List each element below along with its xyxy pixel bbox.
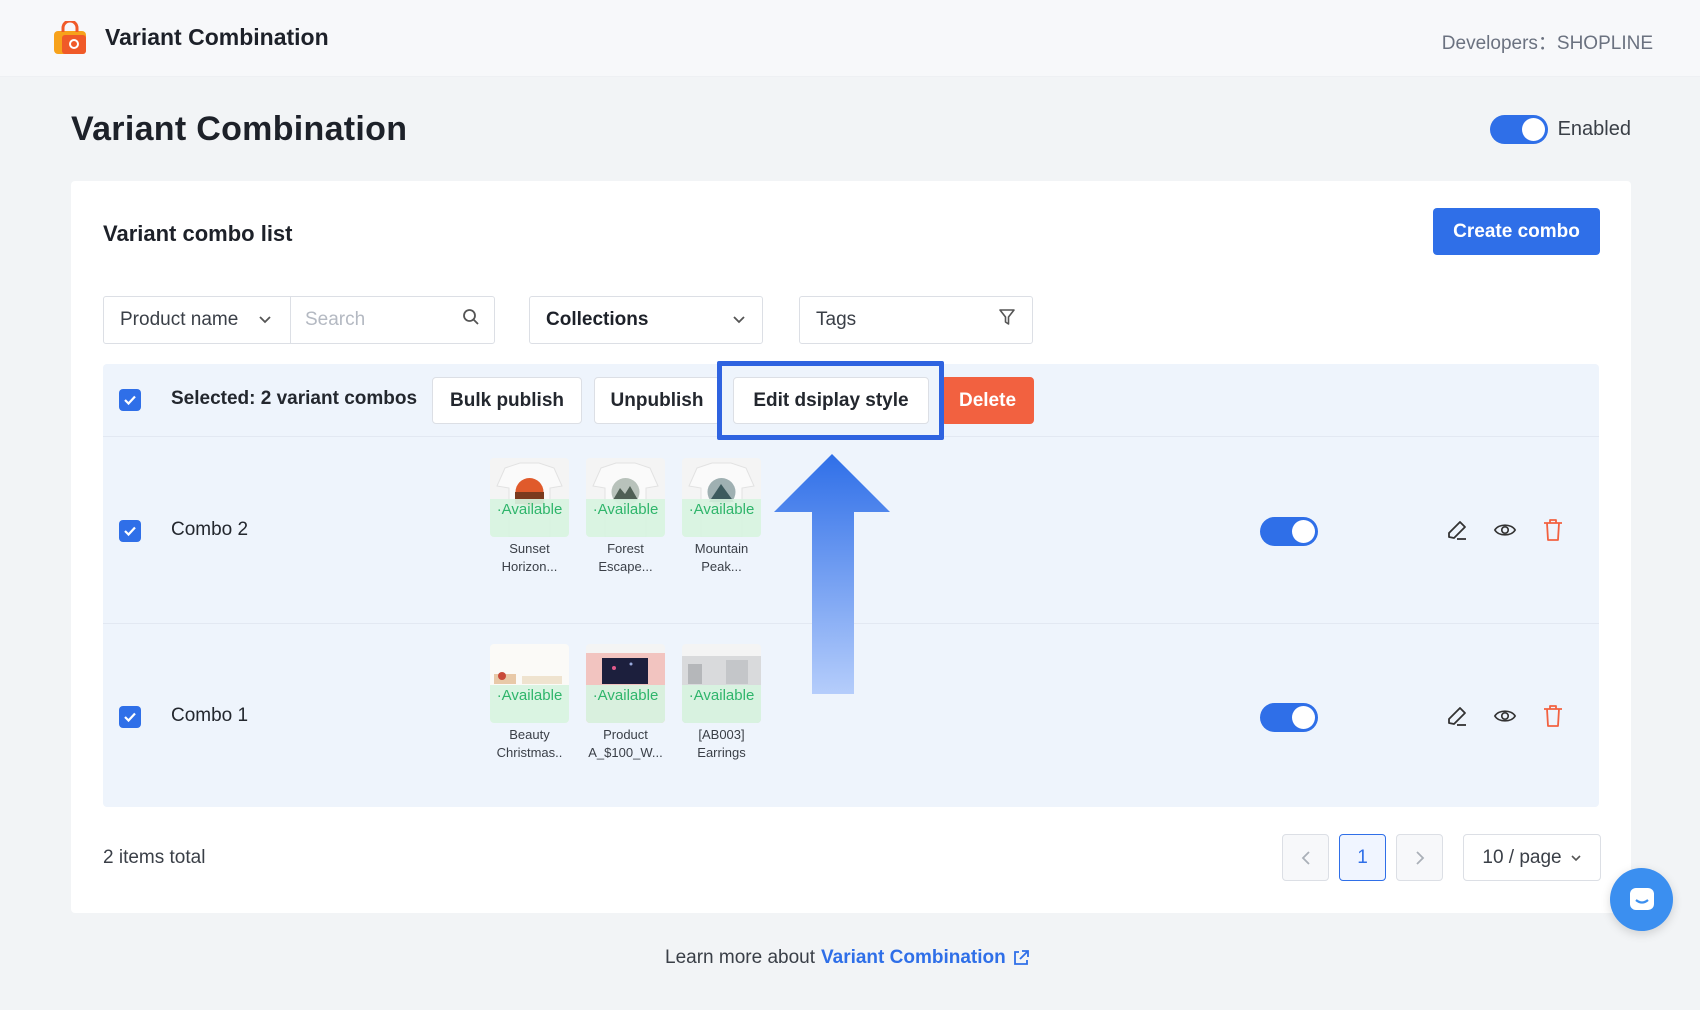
product-item[interactable]: ·Available Beauty Christmas.. [490,644,569,762]
enable-toggle-group: Enabled [1489,115,1631,144]
filter-icon [998,308,1016,332]
availability-badge: ·Available [586,499,665,537]
row-checkbox[interactable] [119,520,141,542]
row-actions [1445,704,1565,728]
product-name: Beauty Christmas.. [496,727,563,760]
combo-enable-switch[interactable] [1260,517,1318,546]
check-icon [124,712,136,723]
product-item[interactable]: ·Available [AB003] Earrings [682,644,761,762]
product-name: Mountain Peak... [694,541,749,574]
product-list: ·Available Beauty Christmas.. ·Available… [490,644,761,762]
edit-icon[interactable] [1445,518,1469,542]
top-bar: Variant Combination Developers：SHOPLINE [0,0,1700,77]
product-name: Product A_$100_W... [588,727,663,760]
product-thumbnail: ·Available [490,458,569,537]
eye-icon[interactable] [1493,704,1517,728]
combo-name: Combo 1 [171,705,249,726]
product-thumbnail: ·Available [490,644,569,723]
collections-select[interactable]: Collections [529,296,763,344]
page-size-select[interactable]: 10 / page [1463,834,1601,881]
product-thumbnail: ·Available [586,458,665,537]
page-title: Variant Combination [71,110,408,148]
chevron-right-icon [1415,850,1424,865]
search-input[interactable] [305,309,455,331]
product-name-select[interactable]: Product name [104,297,291,343]
product-search-filter: Product name [103,296,495,344]
availability-badge: ·Available [586,685,665,723]
highlight-box [717,361,944,440]
check-icon [124,395,136,406]
app-title: Variant Combination [105,24,329,50]
chat-support-button[interactable] [1610,868,1673,931]
product-item[interactable]: ·Available Mountain Peak... [682,458,761,576]
product-name: Sunset Horizon... [501,541,558,574]
row-actions [1445,518,1565,542]
eye-icon[interactable] [1493,518,1517,542]
tags-filter[interactable]: Tags [799,296,1033,344]
product-thumbnail: ·Available [682,458,761,537]
prev-page-button[interactable] [1282,834,1329,881]
tags-label: Tags [816,309,857,330]
product-thumbnail: ·Available [682,644,761,723]
unpublish-button[interactable]: Unpublish [594,377,720,424]
trash-icon[interactable] [1541,518,1565,542]
collections-label: Collections [546,309,649,330]
external-link-icon[interactable] [1012,949,1030,967]
check-icon [124,526,136,537]
learn-more-link[interactable]: Variant Combination [821,947,1006,969]
chevron-down-icon [1571,854,1581,861]
enabled-label: Enabled [1557,118,1631,140]
combo-enable-switch[interactable] [1260,703,1318,732]
create-combo-button[interactable]: Create combo [1433,208,1600,255]
product-name: [AB003] Earrings [697,727,746,760]
availability-badge: ·Available [490,685,569,723]
items-total: 2 items total [103,847,206,868]
learn-more-text: Learn more about [665,947,815,968]
product-thumbnail: ·Available [586,644,665,723]
bulk-publish-button[interactable]: Bulk publish [432,377,582,424]
learn-more: Learn more about Variant Combination [665,947,1030,969]
next-page-button[interactable] [1396,834,1443,881]
arrow-up-icon [774,454,890,694]
combo-name: Combo 2 [171,519,249,540]
page-size-label: 10 / page [1482,846,1562,868]
delete-button[interactable]: Delete [941,377,1034,424]
card-title: Variant combo list [103,221,293,246]
availability-badge: ·Available [682,499,761,537]
product-name: Forest Escape... [598,541,653,574]
row-checkbox[interactable] [119,706,141,728]
selected-count-label: Selected: 2 variant combos [171,388,418,409]
shopping-bag-icon [52,19,88,55]
product-name-label: Product name [120,309,239,330]
edit-icon[interactable] [1445,704,1469,728]
chevron-down-icon [258,309,272,331]
trash-icon[interactable] [1541,704,1565,728]
chevron-down-icon [732,309,746,331]
enable-app-switch[interactable] [1489,115,1548,144]
developer-label: Developers：SHOPLINE [1441,33,1653,54]
select-all-checkbox[interactable] [119,389,141,411]
product-item[interactable]: ·Available Product A_$100_W... [586,644,665,762]
availability-badge: ·Available [682,685,761,723]
page-button-current[interactable]: 1 [1339,834,1386,881]
product-item[interactable]: ·Available Forest Escape... [586,458,665,576]
chevron-left-icon [1301,850,1310,865]
chat-icon [1629,887,1654,910]
search-icon[interactable] [462,308,480,332]
product-list: ·Available Sunset Horizon... ·Available … [490,458,761,576]
product-item[interactable]: ·Available Sunset Horizon... [490,458,569,576]
availability-badge: ·Available [490,499,569,537]
